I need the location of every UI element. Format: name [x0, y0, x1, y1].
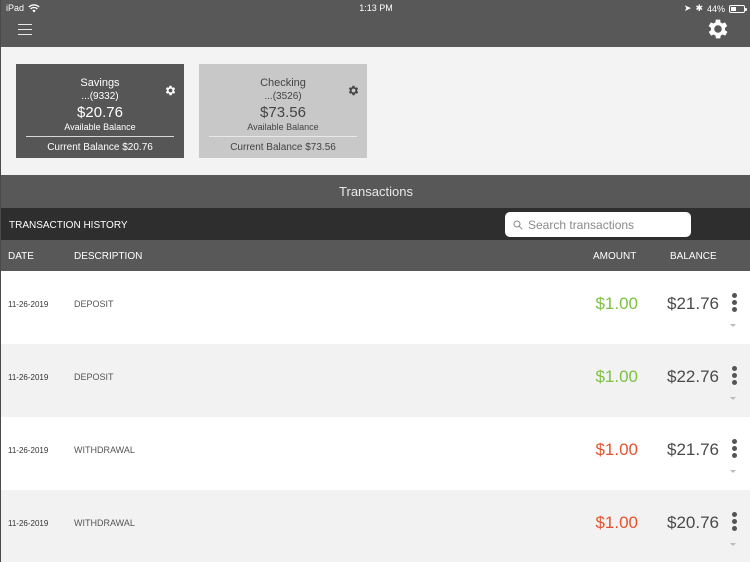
transaction-row[interactable]: 11-26-2019 DEPOSIT $1.00 $21.76 [1, 271, 750, 344]
search-transactions-input[interactable] [528, 217, 688, 232]
column-headers: DATE DESCRIPTION AMOUNT BALANCE [1, 240, 750, 271]
expand-chevron-icon[interactable] [730, 543, 736, 546]
account-card-savings[interactable]: Savings ...(9332) $20.76 Available Balan… [16, 64, 184, 158]
account-settings-gear-icon[interactable] [164, 84, 177, 97]
transaction-balance: $20.76 [667, 513, 719, 532]
column-header-balance[interactable]: BALANCE [670, 251, 717, 262]
transaction-description: DEPOSIT [74, 372, 114, 382]
top-bar: iPad 1:13 PM ➤ ✱ 44% [1, 0, 750, 47]
available-balance: $20.76 [77, 104, 123, 121]
transaction-date: 11-26-2019 [8, 373, 49, 382]
transaction-amount: $1.00 [595, 440, 638, 459]
account-card-checking[interactable]: Checking ...(3526) $73.56 Available Bala… [199, 64, 367, 158]
available-balance-label: Available Balance [64, 122, 136, 132]
transaction-description: DEPOSIT [74, 299, 114, 309]
transaction-date: 11-26-2019 [8, 446, 49, 455]
battery-icon [729, 4, 747, 13]
battery-fill [731, 6, 737, 11]
banking-app: iPad 1:13 PM ➤ ✱ 44% Savings ...(9332) $… [0, 0, 750, 562]
transaction-balance: $22.76 [667, 367, 719, 386]
accounts-section: Savings ...(9332) $20.76 Available Balan… [1, 47, 750, 175]
card-divider [26, 136, 174, 137]
search-icon [513, 220, 523, 230]
transaction-date: 11-26-2019 [8, 519, 49, 528]
search-box[interactable] [505, 212, 691, 237]
hamburger-menu-icon[interactable] [18, 24, 32, 36]
status-right: ➤ ✱ 44% [683, 3, 747, 14]
more-options-icon[interactable] [730, 512, 738, 534]
more-options-icon[interactable] [730, 439, 738, 461]
account-name: Savings [80, 77, 120, 89]
transaction-amount: $1.00 [595, 513, 638, 532]
expand-chevron-icon[interactable] [730, 324, 736, 327]
more-options-icon[interactable] [730, 293, 738, 315]
card-divider [209, 136, 357, 137]
transaction-balance: $21.76 [667, 294, 719, 313]
current-balance: Current Balance $73.56 [230, 142, 336, 153]
transaction-history-label: TRANSACTION HISTORY [9, 220, 128, 231]
location-icon: ➤ [683, 3, 692, 13]
transaction-description: WITHDRAWAL [74, 518, 135, 528]
transaction-row[interactable]: 11-26-2019 DEPOSIT $1.00 $22.76 [1, 344, 750, 417]
transaction-date: 11-26-2019 [8, 300, 49, 309]
transaction-history-bar: TRANSACTION HISTORY [1, 208, 750, 240]
more-options-icon[interactable] [730, 366, 738, 388]
transaction-row[interactable]: 11-26-2019 WITHDRAWAL $1.00 $21.76 [1, 417, 750, 490]
transactions-title: Transactions [1, 175, 750, 208]
status-bar: iPad 1:13 PM ➤ ✱ 44% [1, 0, 750, 16]
transaction-row[interactable]: 11-26-2019 WITHDRAWAL $1.00 $20.76 [1, 490, 750, 562]
gear-icon[interactable] [705, 16, 731, 42]
account-number: ...(9332) [81, 91, 119, 102]
column-header-date[interactable]: DATE [8, 251, 34, 262]
available-balance-label: Available Balance [247, 122, 319, 132]
transaction-amount: $1.00 [595, 367, 638, 386]
bluetooth-icon: ✱ [695, 3, 703, 13]
column-header-description[interactable]: DESCRIPTION [74, 251, 142, 262]
transaction-amount: $1.00 [595, 294, 638, 313]
battery-percent: 44% [706, 3, 725, 14]
expand-chevron-icon[interactable] [730, 470, 736, 473]
transaction-balance: $21.76 [667, 440, 719, 459]
account-number: ...(3526) [264, 91, 302, 102]
available-balance: $73.56 [260, 104, 306, 121]
current-balance: Current Balance $20.76 [47, 142, 153, 153]
transaction-description: WITHDRAWAL [74, 445, 135, 455]
transaction-list: 11-26-2019 DEPOSIT $1.00 $21.76 11-26-20… [1, 271, 750, 562]
expand-chevron-icon[interactable] [730, 397, 736, 400]
column-header-amount[interactable]: AMOUNT [593, 251, 636, 262]
status-time: 1:13 PM [359, 3, 393, 13]
account-settings-gear-icon[interactable] [347, 84, 360, 97]
account-name: Checking [260, 77, 306, 89]
